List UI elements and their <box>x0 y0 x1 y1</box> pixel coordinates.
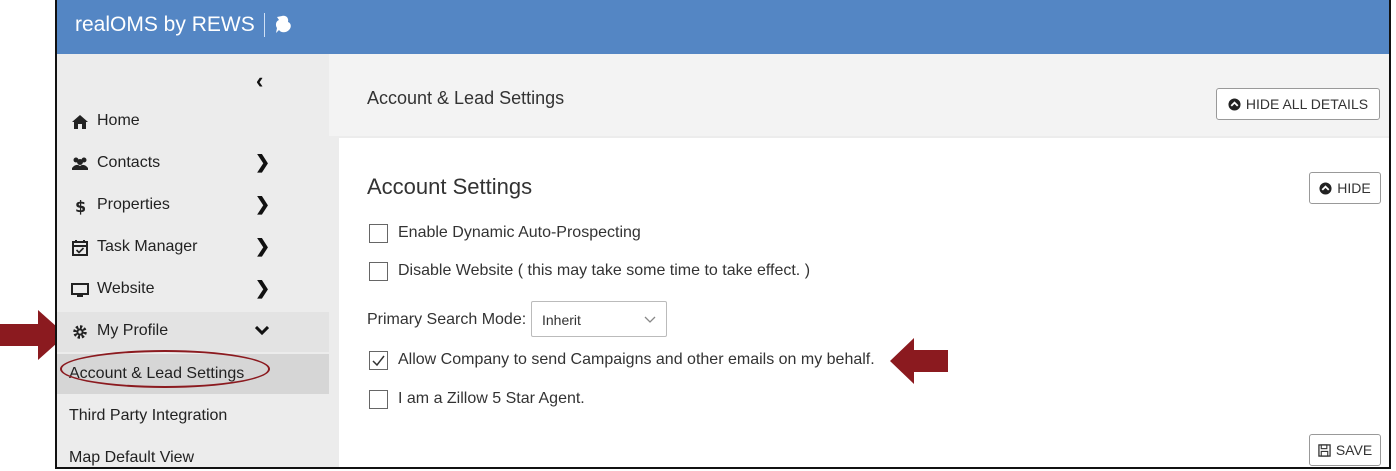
chevron-up-circle-icon <box>1228 97 1241 111</box>
sidebar-subitem-label: Third Party Integration <box>69 407 228 424</box>
page-title: Account & Lead Settings <box>367 88 565 108</box>
sidebar-item-label: Properties <box>97 196 170 213</box>
save-button[interactable]: SAVE <box>1309 434 1381 466</box>
gear-icon <box>73 325 87 339</box>
sidebar-item-label: Contacts <box>97 154 161 171</box>
floppy-disk-icon <box>1318 443 1331 457</box>
zillow-agent-checkbox[interactable] <box>369 390 388 409</box>
checkbox-label: Enable Dynamic Auto-Prospecting <box>398 224 641 241</box>
account-settings-panel: Account Settings HIDE Enable Dynamic Aut… <box>339 138 1389 467</box>
annotation-arrow-allow-campaigns <box>890 338 948 384</box>
sidebar: ‹ Home Contacts ❯ $ Properties ❯ Task Ma… <box>57 54 329 467</box>
chevron-right-icon: ❯ <box>255 236 271 256</box>
sidebar-item-label: My Profile <box>97 322 169 339</box>
main-content: Account & Lead Settings HIDE ALL DETAILS… <box>329 54 1389 467</box>
hide-all-details-button[interactable]: HIDE ALL DETAILS <box>1216 88 1380 120</box>
sidebar-item-task-manager[interactable]: Task Manager ❯ <box>57 228 329 268</box>
brand-divider <box>264 13 265 37</box>
disable-website-checkbox[interactable] <box>369 262 388 281</box>
chevron-right-icon: ❯ <box>255 152 271 172</box>
sidebar-subitem-map-default-view[interactable]: Map Default View <box>57 438 329 467</box>
sidebar-subitem-label: Map Default View <box>69 449 195 466</box>
hide-label: HIDE <box>1337 180 1371 196</box>
users-icon <box>72 157 88 170</box>
top-bar: realOMS by REWS <box>57 0 1389 54</box>
hide-button[interactable]: HIDE <box>1309 172 1381 204</box>
sidebar-item-contacts[interactable]: Contacts ❯ <box>57 144 329 184</box>
hide-all-details-label: HIDE ALL DETAILS <box>1245 96 1369 112</box>
chevron-right-icon: ❯ <box>255 278 271 298</box>
sidebar-item-my-profile[interactable]: My Profile <box>57 312 329 352</box>
rooster-logo-icon <box>275 15 291 33</box>
allow-campaigns-checkbox[interactable] <box>369 351 388 370</box>
home-icon <box>72 115 88 129</box>
sidebar-item-home[interactable]: Home <box>57 102 329 142</box>
checkbox-label: I am a Zillow 5 Star Agent. <box>398 390 585 407</box>
sidebar-subitem-third-party-integration[interactable]: Third Party Integration <box>57 396 329 436</box>
checkbox-label: Allow Company to send Campaigns and othe… <box>398 351 875 368</box>
calendar-check-icon <box>72 240 88 256</box>
checkmark-icon <box>372 355 385 367</box>
app-title: realOMS by REWS <box>75 13 255 36</box>
select-value: Inherit <box>542 312 581 328</box>
app-window: realOMS by REWS ‹ Home Contacts ❯ $ Prop… <box>55 0 1391 469</box>
panel-title: Account Settings <box>367 174 533 199</box>
sidebar-collapse-chevron-icon[interactable]: ‹ <box>256 68 263 94</box>
dollar-icon: $ <box>75 197 86 215</box>
primary-search-mode-label: Primary Search Mode: <box>367 311 527 328</box>
annotation-circle <box>60 350 270 388</box>
sidebar-item-label: Task Manager <box>97 238 198 255</box>
checkbox-label: Disable Website ( this may take some tim… <box>398 262 811 279</box>
sidebar-subitem-account-lead-settings[interactable]: Account & Lead Settings <box>57 350 329 394</box>
save-label: SAVE <box>1335 442 1373 458</box>
chevron-up-circle-icon <box>1319 181 1332 195</box>
sidebar-item-label: Home <box>97 112 140 129</box>
sidebar-item-website[interactable]: Website ❯ <box>57 270 329 310</box>
auto-prospecting-checkbox[interactable] <box>369 224 388 243</box>
chevron-down-icon <box>255 326 269 336</box>
svg-text:$: $ <box>75 197 86 215</box>
sidebar-item-properties[interactable]: $ Properties ❯ <box>57 186 329 226</box>
chevron-right-icon: ❯ <box>255 194 271 214</box>
primary-search-mode-select[interactable]: Inherit <box>531 301 667 337</box>
page-header: Account & Lead Settings HIDE ALL DETAILS <box>329 54 1389 136</box>
chevron-down-icon <box>644 316 656 323</box>
monitor-icon <box>71 283 89 297</box>
sidebar-item-label: Website <box>97 280 155 297</box>
